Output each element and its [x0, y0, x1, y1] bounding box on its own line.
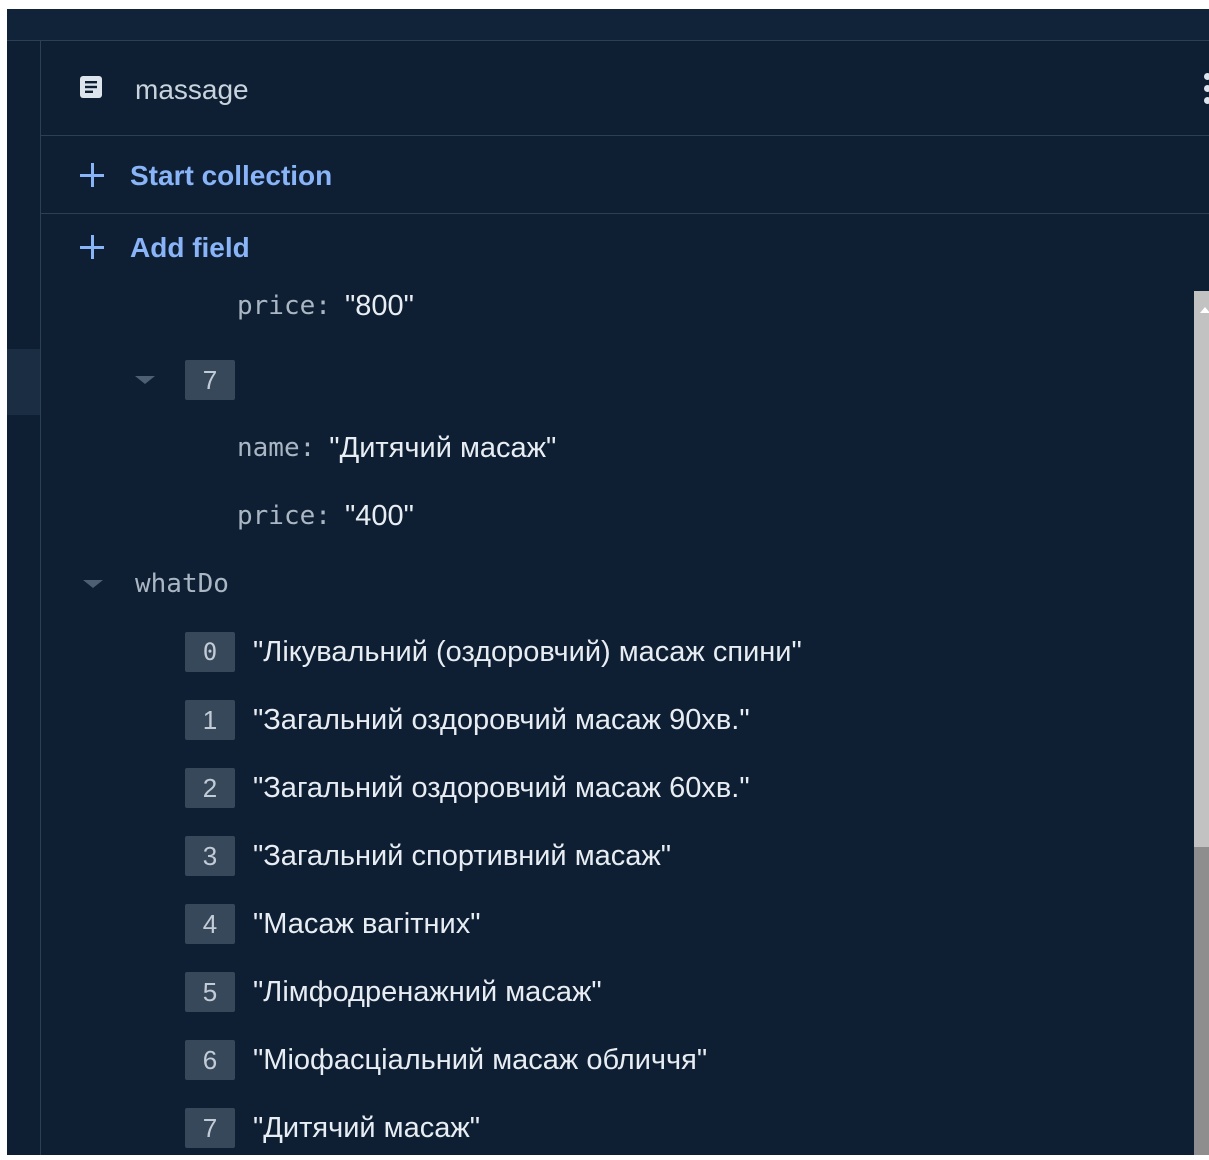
scrollbar-thumb[interactable]: [1194, 847, 1209, 1155]
field-value: "400": [344, 499, 414, 532]
array-item[interactable]: 1 "Загальний оздоровчий масаж 90хв.": [185, 700, 750, 740]
field-value: "800": [344, 289, 414, 322]
scroll-up-arrow-icon[interactable]: [1200, 307, 1209, 313]
field-row-price[interactable]: price : "800": [237, 286, 414, 326]
index-badge: 4: [185, 904, 235, 944]
index-badge: 7: [185, 1108, 235, 1148]
array-item[interactable]: 7 "Дитячий масаж": [185, 1108, 480, 1148]
field-value: "Дитячий масаж": [329, 431, 557, 464]
top-strip: [7, 9, 1209, 41]
add-field-label: Add field: [130, 232, 250, 263]
more-vert-icon[interactable]: [1201, 71, 1209, 105]
left-column: [7, 41, 41, 1155]
array-item-value: "Лікувальний (оздоровчий) масаж спини": [253, 635, 802, 668]
document-header: massage: [41, 41, 1209, 136]
index-badge: 3: [185, 836, 235, 876]
document-title: massage: [135, 74, 249, 105]
array-item[interactable]: 6 "Міофасціальний масаж обличчя": [185, 1040, 707, 1080]
index-badge: 2: [185, 768, 235, 808]
field-key: whatDo: [135, 569, 229, 599]
array-item[interactable]: 5 "Лімфодренажний масаж": [185, 972, 602, 1012]
colon: :: [299, 433, 316, 463]
field-row-price[interactable]: price : "400": [237, 496, 414, 536]
array-item-value: "Масаж вагітних": [253, 907, 481, 940]
array-item-value: "Загальний спортивний масаж": [253, 839, 672, 872]
document-icon: [80, 76, 102, 98]
plus-icon: [80, 163, 106, 189]
index-badge: 6: [185, 1040, 235, 1080]
array-item[interactable]: 4 "Масаж вагітних": [185, 904, 481, 944]
colon: :: [315, 291, 331, 321]
array-item[interactable]: 3 "Загальний спортивний масаж": [185, 836, 671, 876]
collapse-caret-icon[interactable]: [83, 580, 103, 588]
fields-area: Add field price : "800" 7 name : "Дитячи…: [41, 214, 1209, 1155]
index-badge: 0: [185, 632, 235, 672]
map-item-7[interactable]: 7: [185, 360, 253, 400]
field-row-whatdo[interactable]: whatDo: [135, 564, 229, 604]
add-field-button[interactable]: Add field: [80, 232, 250, 264]
start-collection-row: Start collection: [41, 136, 1209, 214]
index-badge: 7: [185, 360, 235, 400]
index-badge: 5: [185, 972, 235, 1012]
field-key: price: [237, 291, 316, 321]
selected-row-highlight: [7, 349, 40, 415]
array-item-value: "Загальний оздоровчий масаж 60хв.": [253, 771, 750, 804]
firestore-document-panel: massage Start collection Add field price…: [7, 9, 1209, 1155]
array-item-value: "Міофасціальний масаж обличчя": [253, 1043, 708, 1076]
field-row-name[interactable]: name : "Дитячий масаж": [237, 428, 556, 468]
array-item-value: "Загальний оздоровчий масаж 90хв.": [253, 703, 750, 736]
array-item[interactable]: 0 "Лікувальний (оздоровчий) масаж спини": [185, 632, 802, 672]
start-collection-label: Start collection: [130, 160, 333, 191]
colon: :: [315, 501, 331, 531]
index-badge: 1: [185, 700, 235, 740]
start-collection-button[interactable]: Start collection: [80, 160, 332, 192]
array-item-value: "Дитячий масаж": [253, 1111, 481, 1144]
array-item[interactable]: 2 "Загальний оздоровчий масаж 60хв.": [185, 768, 750, 808]
field-key: name: [237, 433, 300, 463]
plus-icon: [80, 235, 106, 261]
array-item-value: "Лімфодренажний масаж": [253, 975, 602, 1008]
collapse-caret-icon[interactable]: [135, 376, 155, 384]
field-key: price: [237, 501, 316, 531]
